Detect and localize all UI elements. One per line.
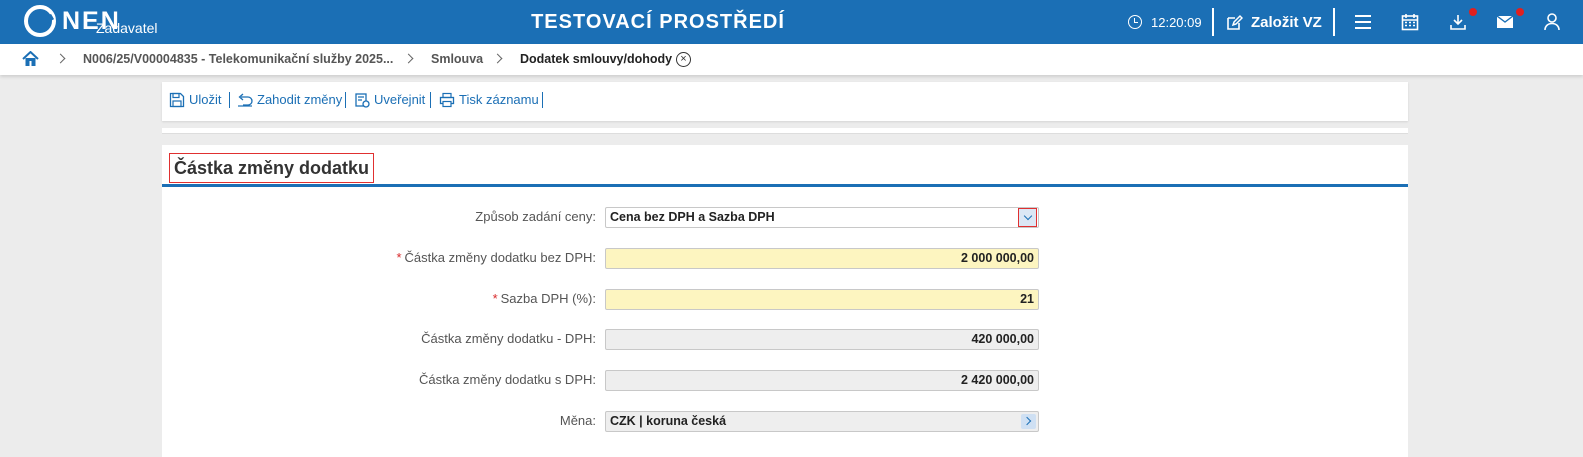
currency-lookup[interactable]: CZK | koruna česká bbox=[605, 411, 1039, 432]
price-mode-label: Způsob zadání ceny: bbox=[475, 209, 596, 224]
currency-label-text: Měna: bbox=[559, 413, 596, 428]
print-button[interactable]: Tisk záznamu bbox=[439, 82, 539, 118]
amendment-amount-section: Částka změny dodatku Způsob zadání ceny:… bbox=[162, 145, 1408, 457]
collapsed-panel bbox=[162, 128, 1408, 134]
menu-icon[interactable] bbox=[1352, 11, 1374, 33]
breadcrumb: N006/25/V00004835 - Telekomunikační služ… bbox=[0, 44, 1583, 75]
price-mode-value: Cena bez DPH a Sazba DPH bbox=[610, 210, 775, 224]
top-bar: NEN Zadavatel TESTOVACÍ PROSTŘEDÍ 12:20:… bbox=[0, 0, 1583, 44]
publish-button[interactable]: Uveřejnit bbox=[354, 82, 425, 118]
chevron-right-icon bbox=[403, 53, 414, 64]
user-icon[interactable] bbox=[1541, 11, 1563, 33]
chevron-right-icon bbox=[492, 53, 503, 64]
clock-icon bbox=[1128, 15, 1142, 29]
publish-icon bbox=[355, 93, 370, 108]
vat-rate-label-text: Sazba DPH (%): bbox=[500, 291, 596, 306]
chevron-right-icon[interactable] bbox=[1021, 414, 1036, 429]
section-title: Částka změny dodatku bbox=[169, 153, 375, 183]
price-mode-label-text: Způsob zadání ceny: bbox=[475, 209, 596, 224]
vat-rate-input[interactable]: 21 bbox=[605, 289, 1039, 310]
price-mode-select[interactable]: Cena bez DPH a Sazba DPH bbox=[605, 207, 1039, 228]
chevron-right-icon bbox=[55, 53, 66, 64]
discard-changes-button[interactable]: Zahodit změny bbox=[237, 82, 342, 118]
amount-no-vat-input[interactable]: 2 000 000,00 bbox=[605, 248, 1039, 269]
save-button[interactable]: Uložit bbox=[169, 82, 222, 118]
session-clock: 12:20:09 bbox=[1128, 0, 1202, 44]
mail-notification-dot bbox=[1516, 8, 1524, 16]
toolbar-separator bbox=[345, 92, 346, 108]
toolbar-separator bbox=[430, 92, 431, 108]
environment-title: TESTOVACÍ PROSTŘEDÍ bbox=[531, 11, 785, 33]
discard-changes-label: Zahodit změny bbox=[257, 92, 343, 107]
create-vz-button[interactable]: Založit VZ bbox=[1226, 0, 1322, 44]
vat-amount-label-text: Částka změny dodatku - DPH: bbox=[421, 331, 596, 346]
save-icon bbox=[169, 92, 185, 108]
save-label: Uložit bbox=[189, 92, 222, 107]
section-underline bbox=[162, 184, 1408, 187]
toolbar-separator bbox=[542, 92, 543, 108]
mail-icon[interactable] bbox=[1494, 11, 1516, 33]
currency-value: CZK | koruna česká bbox=[610, 414, 727, 428]
amount-with-vat-label: Částka změny dodatku s DPH: bbox=[419, 372, 596, 387]
action-toolbar: Uložit Zahodit změny Uveřejnit Tisk zázn… bbox=[162, 82, 1408, 121]
download-icon[interactable] bbox=[1447, 11, 1469, 33]
vat-amount-label: Částka změny dodatku - DPH: bbox=[421, 331, 596, 346]
amount-with-vat-label-text: Částka změny dodatku s DPH: bbox=[418, 372, 596, 387]
amount-no-vat-label: * Částka změny dodatku bez DPH: bbox=[396, 250, 596, 265]
breadcrumb-item-zakazka[interactable]: N006/25/V00004835 - Telekomunikační služ… bbox=[83, 44, 393, 75]
calendar-icon[interactable] bbox=[1399, 11, 1421, 33]
toolbar-separator bbox=[229, 92, 230, 108]
required-marker: * bbox=[492, 291, 498, 306]
undo-icon bbox=[238, 93, 253, 107]
breadcrumb-item-current: Dodatek smlouvy/dohody bbox=[520, 52, 673, 66]
create-vz-label: Založit VZ bbox=[1251, 13, 1322, 31]
home-icon[interactable] bbox=[22, 50, 39, 70]
close-icon[interactable]: × bbox=[676, 52, 691, 67]
amount-with-vat-field: 2 420 000,00 bbox=[605, 370, 1039, 391]
header-divider bbox=[1333, 8, 1335, 36]
currency-label: Měna: bbox=[560, 413, 596, 428]
print-label: Tisk záznamu bbox=[459, 92, 539, 107]
vat-amount-field: 420 000,00 bbox=[605, 329, 1039, 350]
header-divider bbox=[1212, 8, 1214, 36]
chevron-down-icon[interactable] bbox=[1018, 208, 1037, 227]
print-icon bbox=[439, 92, 455, 108]
breadcrumb-item-smlouva[interactable]: Smlouva bbox=[431, 44, 483, 75]
clock-time: 12:20:09 bbox=[1151, 14, 1202, 30]
download-notification-dot bbox=[1469, 8, 1477, 16]
edit-icon bbox=[1227, 14, 1243, 30]
required-marker: * bbox=[396, 250, 402, 265]
publish-label: Uveřejnit bbox=[374, 92, 426, 107]
vat-rate-label: * Sazba DPH (%): bbox=[493, 291, 596, 306]
amount-no-vat-label-text: Částka změny dodatku bez DPH: bbox=[404, 250, 596, 265]
